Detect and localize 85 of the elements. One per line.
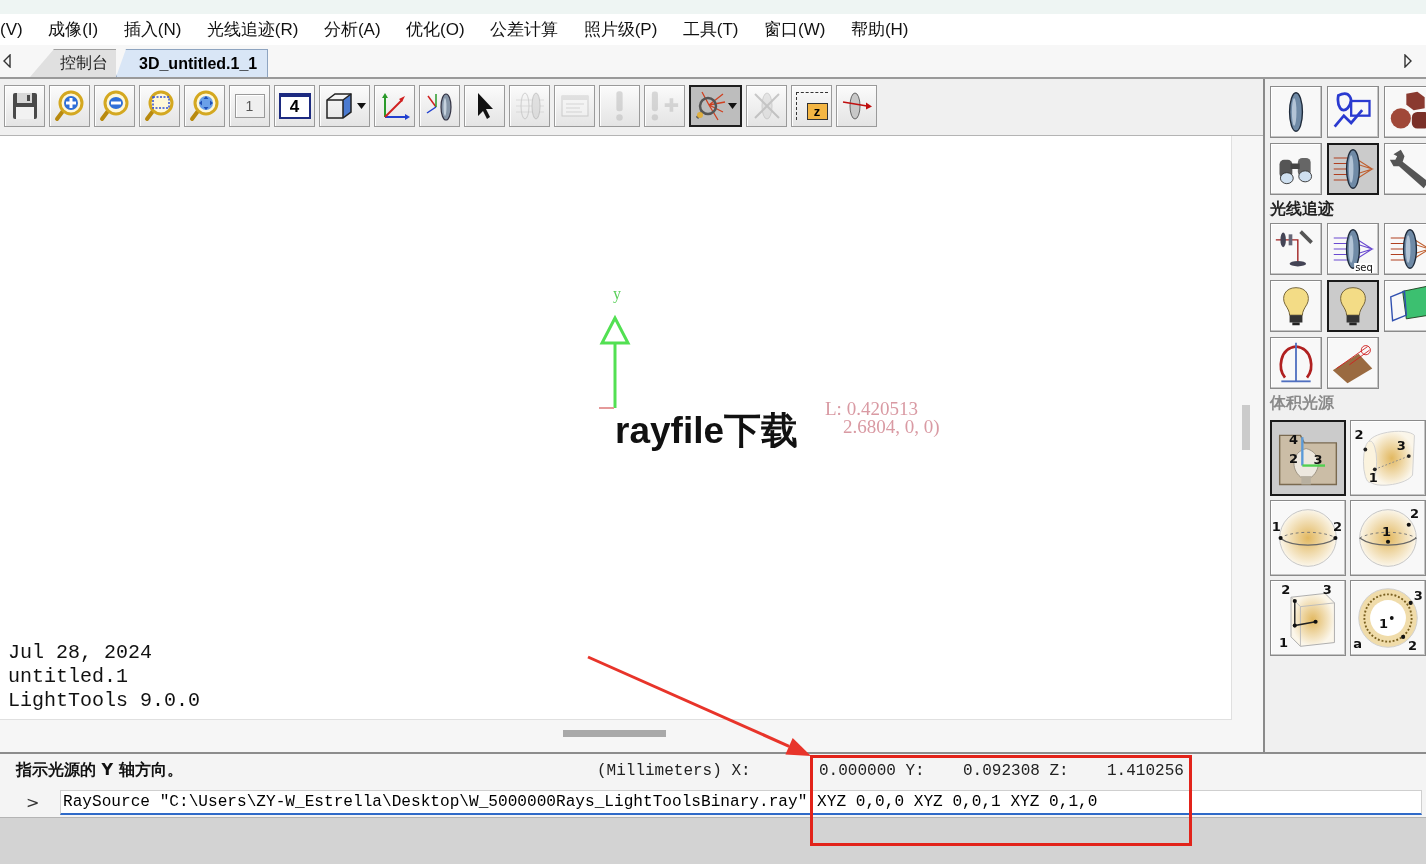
menu-item[interactable]: (V) (0, 18, 23, 41)
wrench-tool-button[interactable] (1384, 143, 1426, 195)
bulb-tool-button[interactable] (1327, 280, 1379, 332)
canvas-info-text: LightTools 9.0.0 (8, 689, 201, 713)
lens-rays-icon (1388, 227, 1426, 271)
save-button[interactable] (4, 85, 45, 127)
zoom-out-button[interactable] (94, 85, 135, 127)
sequential-trace-tool-button[interactable]: seq (1327, 223, 1379, 275)
menu-item[interactable]: 插入(N) (123, 18, 182, 41)
zoom-window-icon (143, 90, 176, 122)
coordinate-label: Z: (1049, 761, 1069, 780)
exclamation-icon (616, 91, 623, 121)
ring-source-button[interactable]: 3 1 a 2 (1350, 580, 1426, 656)
lens-rays-icon (1331, 227, 1375, 271)
units-label: (Millimeters) (597, 761, 722, 780)
x-axis-line (598, 407, 615, 409)
quad-view-button[interactable]: 4 (274, 85, 315, 127)
sphere-center-source-button[interactable]: 2 1 (1350, 500, 1426, 576)
exclamation-plus-icon (650, 91, 679, 121)
menu-item[interactable]: 成像(I) (48, 18, 99, 41)
menu-item[interactable]: 工具(T) (682, 18, 739, 41)
zoom-window-button[interactable] (139, 85, 180, 127)
canvas-info-text: untitled.1 (8, 665, 129, 689)
menu-item[interactable]: 照片级(P) (583, 18, 658, 41)
palette-section-title: 光线追迹 (1270, 199, 1334, 218)
canvas-info-text: Jul 28, 2024 (8, 641, 153, 665)
axis-label: y (613, 286, 621, 302)
coordinate-readout: 2.6804, 0, 0) (843, 417, 940, 438)
z-box-button[interactable]: z (791, 85, 832, 127)
palette-section-title: 体积光源 (1270, 393, 1334, 412)
coordinate-label: X: (731, 761, 751, 780)
receiver-tool-button[interactable] (1327, 337, 1379, 389)
bulb-tool-button[interactable] (1270, 280, 1322, 332)
optical-bench-tool-button[interactable] (1270, 223, 1322, 275)
coordinate-readout: L: 0.420513 (825, 399, 918, 420)
overlay-caption: rayfile下载 (615, 412, 798, 449)
zoom-fit-button[interactable] (184, 85, 225, 127)
lens-axes-button[interactable] (419, 85, 460, 127)
status-message: 指示光源的 Y 轴方向。 (16, 760, 183, 779)
lens-icon (513, 90, 546, 122)
zoom-fit-icon (188, 90, 221, 122)
lens-rays-tool-button[interactable] (1384, 223, 1426, 275)
sphere-source-button[interactable]: 1 2 (1270, 500, 1346, 576)
select-button[interactable] (464, 85, 505, 127)
menu-item[interactable]: 分析(A) (323, 18, 381, 41)
lens-rays-icon (1331, 147, 1375, 191)
tab[interactable]: 3D_untitled.1_1 (116, 49, 269, 77)
horizontal-scroll-thumb[interactable] (563, 730, 666, 737)
lens-tool-button[interactable] (1270, 86, 1322, 138)
probe-tool-button[interactable] (1270, 337, 1322, 389)
solids-tool-button[interactable] (1384, 86, 1426, 138)
menu-item[interactable]: 优化(O) (406, 18, 465, 41)
tab[interactable]: 控制台 (30, 49, 116, 77)
ray-probe-button[interactable] (689, 85, 742, 127)
cube-view-button[interactable] (319, 85, 370, 127)
zoom-in-icon (53, 90, 86, 122)
planes-tool-button[interactable] (1384, 280, 1426, 332)
axes-button[interactable] (374, 85, 415, 127)
wrench-icon (1388, 147, 1426, 191)
cylinder-source-button[interactable]: 2 3 1 (1350, 420, 1426, 496)
sketch-tool-button[interactable] (1327, 86, 1379, 138)
ray-lens-button[interactable] (836, 85, 877, 127)
cube-icon (323, 90, 355, 122)
command-prompt: > (26, 792, 40, 812)
scroll-left-icon[interactable] (3, 54, 11, 68)
magnifier-rays-icon (694, 90, 726, 122)
bulb-folder-source-button[interactable]: 4 2 3 (1270, 420, 1346, 496)
menu-item[interactable]: 光线追迹(R) (206, 18, 299, 41)
coordinate-value: 0.092308 (963, 761, 1040, 780)
zoom-out-icon (98, 90, 131, 122)
box-source-button[interactable]: 2 3 1 (1270, 580, 1346, 656)
menu-item[interactable]: 公差计算 (490, 18, 559, 41)
coordinate-value: 0.000000 (819, 761, 896, 780)
single-view-button[interactable]: 1 (229, 85, 270, 127)
scroll-right-icon[interactable] (1404, 54, 1412, 68)
lens-rays-tool-button[interactable] (1327, 143, 1379, 195)
zoom-in-button[interactable] (49, 85, 90, 127)
menu-item[interactable]: 帮助(H) (850, 18, 909, 41)
binoculars-tool-button[interactable] (1270, 143, 1322, 195)
coordinate-label: Y: (905, 761, 925, 780)
vertical-scroll-thumb[interactable] (1242, 405, 1250, 450)
menu-item[interactable]: 窗口(W) (764, 18, 826, 41)
command-input-field[interactable]: RaySource "C:\Users\ZY-W_Estrella\Desktop\W_5000000Rays_LightToolsBinary.ray" XYZ 0,0,0 XYZ 0,0,1 XYZ 0,1,0 (60, 789, 1422, 815)
lens-arrow-icon (840, 90, 873, 122)
coordinate-value: 1.410256 (1107, 761, 1184, 780)
